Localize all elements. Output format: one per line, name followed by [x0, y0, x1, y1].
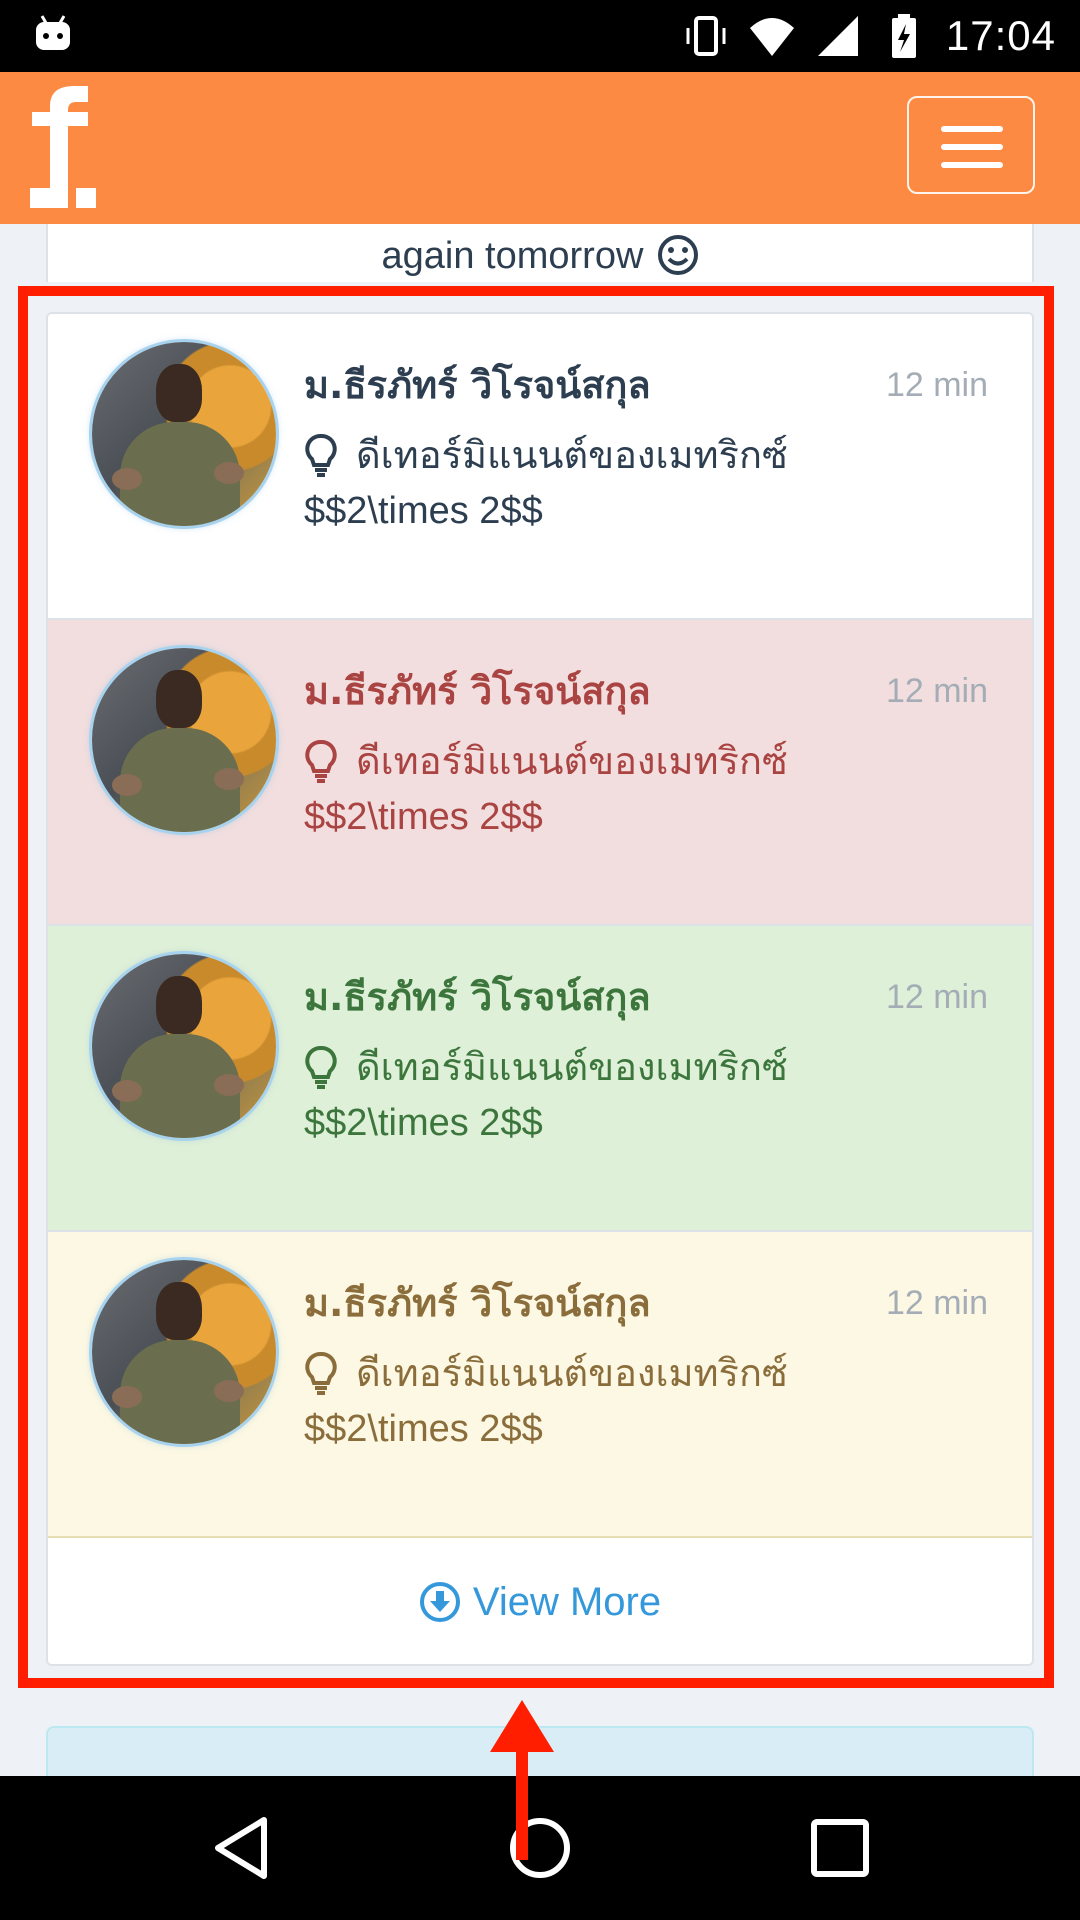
app-logo[interactable] [22, 86, 102, 208]
status-bar: 17:04 [0, 0, 1080, 72]
hamburger-bar [941, 144, 1003, 150]
smiley-icon [657, 235, 698, 275]
app-header [0, 72, 1080, 224]
hamburger-bar [941, 162, 1003, 168]
previous-card: again tomorrow [46, 224, 1034, 282]
hamburger-menu-icon [941, 126, 1003, 132]
clock: 17:04 [945, 12, 1056, 59]
battery-charging-icon [891, 14, 916, 58]
vibrate-icon [686, 16, 726, 56]
hamburger-menu-button[interactable] [907, 96, 1035, 194]
previous-card-text: again tomorrow [381, 235, 644, 277]
recents-icon[interactable] [804, 1812, 876, 1884]
wifi-icon [749, 18, 794, 56]
android-icon [36, 15, 70, 50]
signal-icon [817, 16, 858, 56]
back-icon[interactable] [206, 1812, 278, 1884]
arrow-annotation [490, 1700, 554, 1860]
highlight-box [18, 286, 1054, 1688]
